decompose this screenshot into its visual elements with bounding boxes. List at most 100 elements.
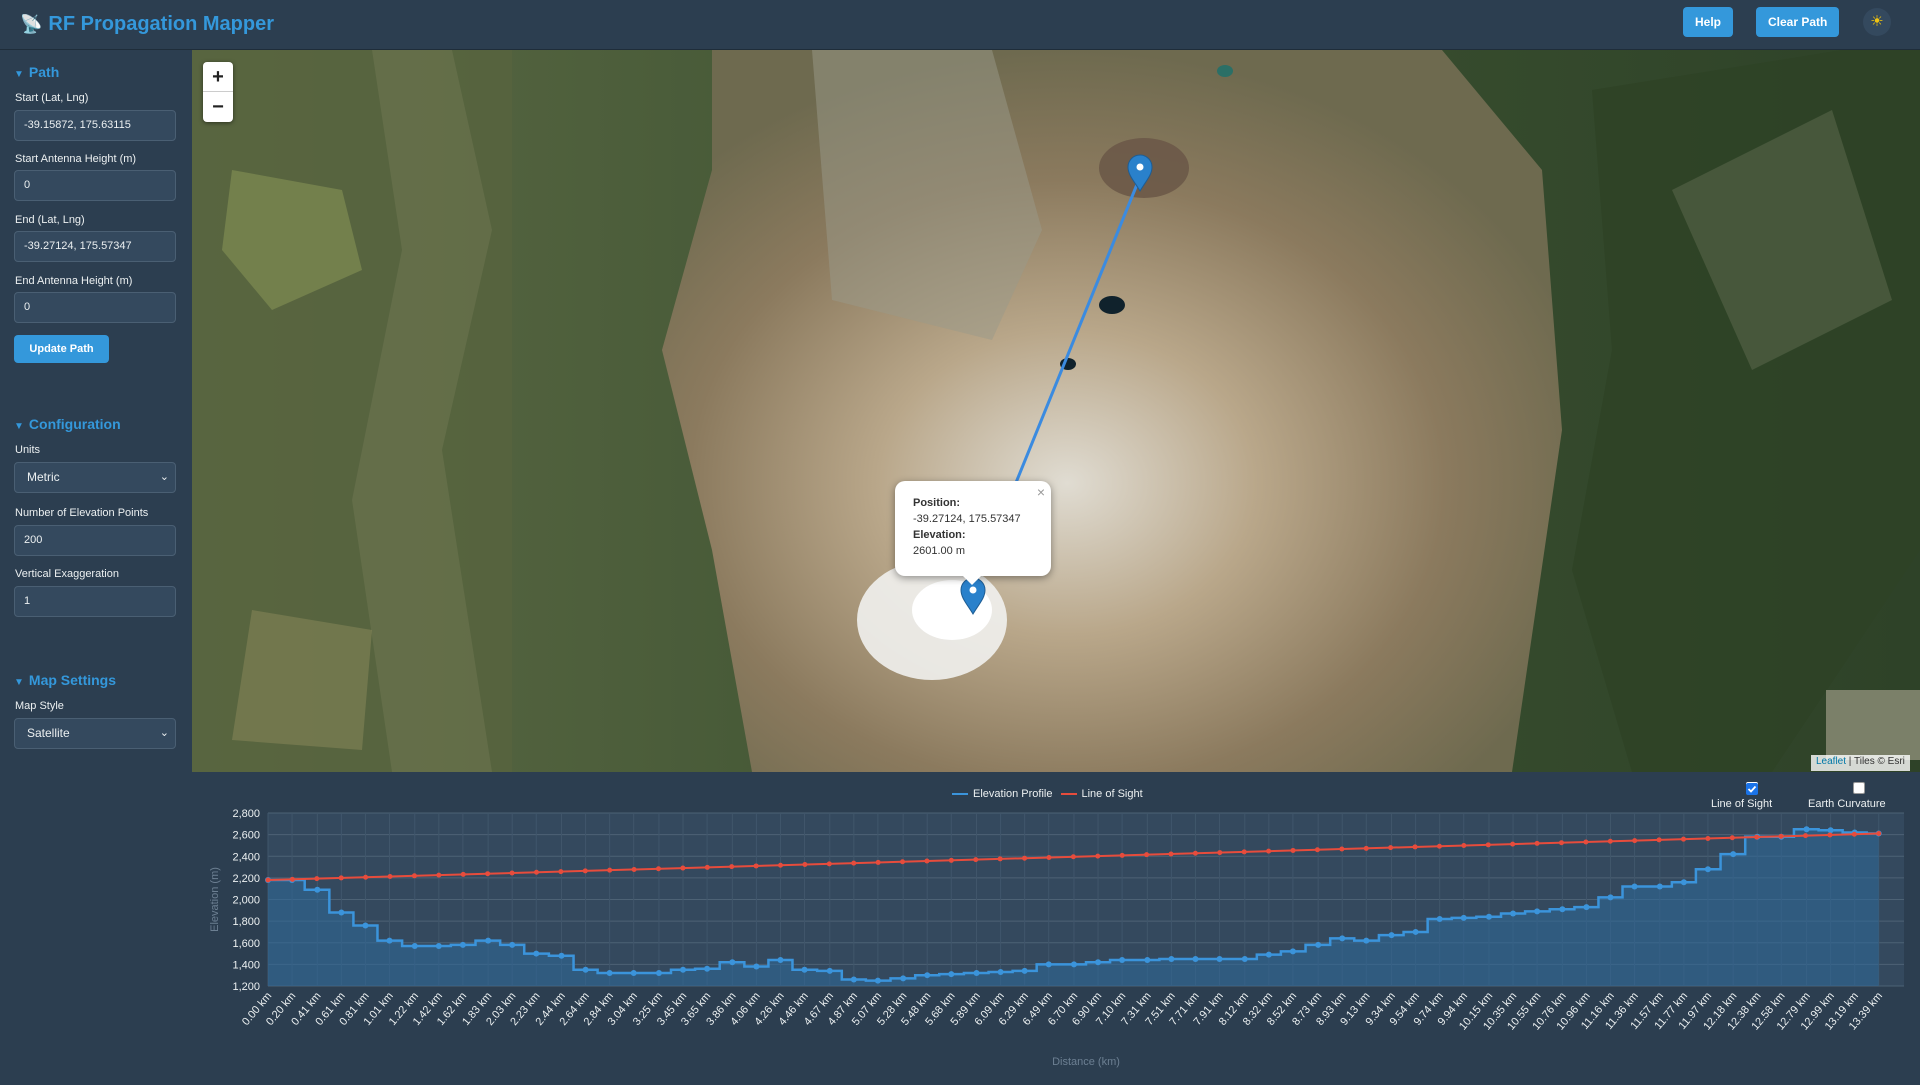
satellite-map[interactable]	[192, 50, 1920, 772]
map-style-select[interactable]: Satellite ⌄	[14, 718, 176, 749]
start-latlng-input[interactable]: -39.15872, 175.63115	[14, 110, 176, 141]
elevation-point	[1119, 957, 1126, 964]
y-tick-label: 2,400	[232, 851, 260, 863]
elevation-point	[1730, 851, 1737, 858]
end-height-input[interactable]: 0	[14, 292, 176, 323]
line-of-sight-point	[1607, 838, 1613, 844]
elevation-point	[777, 957, 784, 964]
elevation-point	[630, 970, 637, 977]
line-of-sight-point	[1827, 832, 1833, 838]
section-toggle-map-settings[interactable]: ▼ Map Settings	[14, 672, 116, 688]
popup-elevation-value: 2601.00 m	[913, 545, 965, 557]
line-of-sight-point	[680, 865, 686, 871]
legend-elevation-profile[interactable]: Elevation Profile	[973, 788, 1053, 800]
popup-tip	[962, 575, 982, 585]
units-select[interactable]: Metric ⌄	[14, 462, 176, 493]
line-of-sight-point	[387, 874, 393, 880]
section-toggle-configuration[interactable]: ▼ Configuration	[14, 416, 121, 432]
elevation-point	[1168, 955, 1175, 962]
line-of-sight-point	[1266, 848, 1272, 854]
line-of-sight-point	[1705, 835, 1711, 841]
line-of-sight-point	[460, 871, 466, 877]
line-of-sight-point	[1363, 845, 1369, 851]
elevation-point	[1559, 906, 1566, 913]
elevation-point	[1339, 935, 1346, 942]
leaflet-link[interactable]: Leaflet	[1816, 756, 1846, 767]
line-of-sight-point	[973, 857, 979, 863]
vertical-exaggeration-input[interactable]: 1	[14, 586, 176, 617]
elevation-points-input[interactable]: 200	[14, 525, 176, 556]
end-latlng-label: End (Lat, Lng)	[15, 214, 85, 226]
line-of-sight-point	[997, 856, 1003, 862]
line-of-sight-point	[1217, 850, 1223, 856]
elevation-point	[1192, 955, 1199, 962]
elevation-point	[582, 966, 589, 973]
elevation-point	[1704, 866, 1711, 873]
legend-swatch-line-of-sight	[1060, 793, 1077, 795]
line-of-sight-point	[875, 859, 881, 865]
elevation-point	[753, 963, 760, 970]
y-tick-label: 1,200	[232, 981, 260, 993]
elevation-point	[874, 977, 881, 984]
sun-icon[interactable]: ☀	[1863, 8, 1891, 36]
legend-swatch-elevation	[952, 793, 968, 795]
close-icon[interactable]: ×	[1037, 484, 1045, 500]
line-of-sight-checkbox-label: Line of Sight	[1711, 798, 1773, 810]
earth-curvature-checkbox[interactable]	[1853, 782, 1865, 794]
elevation-point	[1803, 826, 1810, 833]
earth-curvature-checkbox-label: Earth Curvature	[1808, 798, 1886, 810]
line-of-sight-point	[1680, 836, 1686, 842]
clear-path-button[interactable]: Clear Path	[1756, 7, 1840, 37]
elevation-point	[826, 967, 833, 974]
checkmark-icon	[1746, 783, 1758, 795]
popup-position-value: -39.27124, 175.57347	[913, 513, 1021, 525]
elevation-point	[558, 952, 565, 959]
elevation-point	[1021, 967, 1028, 974]
line-of-sight-point	[1729, 835, 1735, 841]
elevation-point	[1289, 948, 1296, 955]
elevation-point	[411, 942, 418, 949]
elevation-point	[1216, 955, 1223, 962]
elevation-point	[338, 909, 345, 916]
elevation-point	[900, 975, 907, 982]
elevation-point	[1388, 932, 1395, 939]
line-of-sight-point	[655, 866, 661, 872]
marker-popup: × Position: -39.27124, 175.57347 Elevati…	[895, 481, 1051, 576]
line-of-sight-point	[265, 877, 271, 883]
zoom-out-button[interactable]: −	[203, 92, 233, 122]
line-of-sight-point	[582, 868, 588, 874]
elevation-point	[1265, 951, 1272, 958]
triangle-down-icon: ▼	[14, 69, 24, 80]
line-of-sight-point	[924, 858, 930, 864]
elevation-chart: 1,200 1,400 1,600 1,800 2,000 2,200 2,400 2,600…	[209, 808, 1904, 1068]
elevation-point	[704, 965, 711, 972]
line-of-sight-point	[1754, 834, 1760, 840]
line-of-sight-point	[1144, 852, 1150, 858]
chart-legend: Elevation Profile Line of Sight	[952, 788, 1143, 800]
update-path-button[interactable]: Update Path	[14, 335, 109, 363]
elevation-point	[1436, 915, 1443, 922]
start-height-input[interactable]: 0	[14, 170, 176, 201]
start-latlng-label: Start (Lat, Lng)	[15, 92, 89, 104]
help-button[interactable]: Help	[1683, 7, 1734, 37]
end-latlng-input[interactable]: -39.27124, 175.57347	[14, 231, 176, 262]
elevation-point	[1680, 879, 1687, 886]
triangle-down-icon: ▼	[14, 677, 24, 688]
legend-line-of-sight[interactable]: Line of Sight	[1082, 788, 1143, 800]
elevation-point	[1827, 827, 1834, 834]
elevation-point	[1607, 894, 1614, 901]
line-of-sight-point	[314, 876, 320, 882]
line-of-sight-checkbox[interactable]	[1746, 782, 1758, 795]
line-of-sight-point	[1241, 849, 1247, 855]
line-of-sight-point	[338, 875, 344, 881]
elevation-point	[850, 976, 857, 983]
line-of-sight-point	[631, 866, 637, 872]
elevation-point	[485, 937, 492, 944]
zoom-in-button[interactable]: +	[203, 62, 233, 92]
elevation-point	[314, 886, 321, 893]
line-of-sight-point	[1632, 838, 1638, 844]
line-of-sight-point	[1461, 843, 1467, 849]
popup-elevation-label: Elevation:	[913, 529, 966, 541]
map-style-label: Map Style	[15, 700, 64, 712]
section-toggle-path[interactable]: ▼ Path	[14, 64, 59, 80]
